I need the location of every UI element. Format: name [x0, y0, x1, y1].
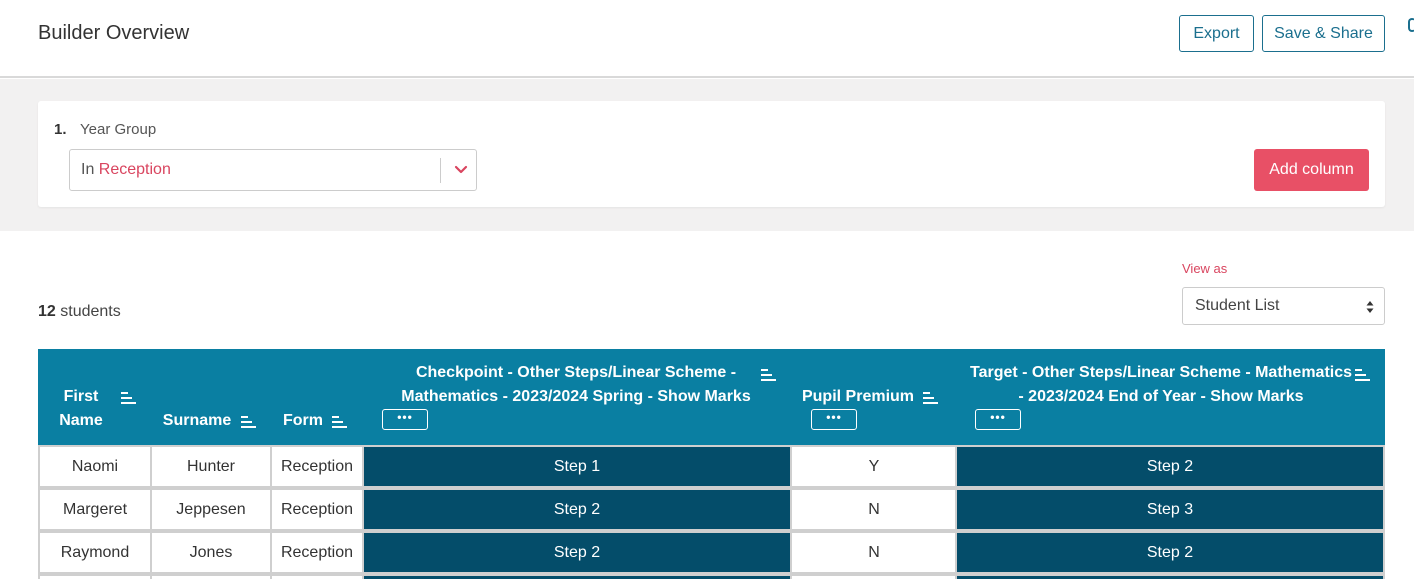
table-row: Naomi Hunter Reception Step 1 Y Step 2: [38, 445, 1385, 488]
sort-icon[interactable]: [121, 392, 136, 404]
table-row-partial: [38, 574, 1385, 579]
header-first-name-line2: Name: [59, 412, 103, 429]
cell-checkpoint[interactable]: Step 2: [362, 488, 792, 531]
view-as-selected: Student List: [1195, 297, 1280, 314]
cell-checkpoint[interactable]: Step 1: [362, 445, 792, 488]
header-target[interactable]: Target - Other Steps/Linear Scheme - Mat…: [960, 361, 1362, 409]
column-options-button[interactable]: •••: [811, 409, 857, 430]
header-checkpoint-line2: Mathematics - 2023/2024 Spring - Show Ma…: [401, 388, 751, 405]
cell-partial: [362, 574, 792, 579]
chevron-down-icon[interactable]: [452, 161, 470, 179]
cell-target[interactable]: Step 2: [955, 445, 1385, 488]
cell-form: Reception: [270, 531, 364, 574]
view-as-label: View as: [1182, 261, 1228, 276]
cell-partial: [270, 574, 364, 579]
header-target-line2: - 2023/2024 End of Year - Show Marks: [1018, 388, 1304, 405]
student-count: 12 students: [38, 303, 121, 321]
column-options-button[interactable]: •••: [382, 409, 428, 430]
cell-pupil-premium: N: [790, 488, 958, 531]
add-column-button[interactable]: Add column: [1254, 149, 1369, 191]
year-group-select-text: In Reception: [81, 161, 171, 179]
cell-first-name: Raymond: [38, 531, 152, 574]
cell-surname: Jeppesen: [150, 488, 272, 531]
cell-first-name: Margeret: [38, 488, 152, 531]
table-header: First Name Surname Form Checkpoint - Oth…: [38, 349, 1385, 445]
cell-form: Reception: [270, 445, 364, 488]
save-share-button[interactable]: Save & Share: [1262, 15, 1385, 52]
year-group-select[interactable]: In Reception: [69, 149, 477, 191]
sort-arrows-icon: [1366, 301, 1374, 313]
sort-icon[interactable]: [1355, 369, 1370, 381]
header-pupil-premium[interactable]: Pupil Premium: [798, 385, 918, 409]
cell-pupil-premium: N: [790, 531, 958, 574]
cell-partial: [955, 574, 1385, 579]
sort-icon[interactable]: [332, 416, 347, 428]
top-bar: Builder Overview Export Save & Share: [0, 0, 1414, 78]
cell-partial: [790, 574, 958, 579]
header-checkpoint[interactable]: Checkpoint - Other Steps/Linear Scheme -…: [364, 361, 788, 409]
student-count-suffix: students: [60, 303, 121, 320]
header-checkpoint-line1: Checkpoint - Other Steps/Linear Scheme -: [415, 364, 737, 381]
header-target-line1: Target - Other Steps/Linear Scheme - Mat…: [969, 364, 1353, 381]
sort-icon[interactable]: [761, 369, 776, 381]
filter-card: 1. Year Group In Reception Add column: [38, 101, 1385, 207]
cell-target[interactable]: Step 3: [955, 488, 1385, 531]
view-as-select[interactable]: Student List: [1182, 287, 1385, 325]
cell-surname: Hunter: [150, 445, 272, 488]
cell-surname: Jones: [150, 531, 272, 574]
help-icon[interactable]: [1408, 18, 1414, 32]
filter-label: Year Group: [80, 121, 157, 138]
header-surname[interactable]: Surname: [162, 409, 232, 433]
header-first-name-line1: First: [63, 388, 99, 405]
cell-partial: [38, 574, 152, 579]
cell-first-name: Naomi: [38, 445, 152, 488]
column-options-button[interactable]: •••: [975, 409, 1021, 430]
select-prefix: In: [81, 161, 95, 178]
header-form[interactable]: Form: [282, 409, 324, 433]
cell-checkpoint[interactable]: Step 2: [362, 531, 792, 574]
select-separator: [440, 158, 441, 183]
cell-form: Reception: [270, 488, 364, 531]
cell-target[interactable]: Step 2: [955, 531, 1385, 574]
table-row: Margeret Jeppesen Reception Step 2 N Ste…: [38, 488, 1385, 531]
filter-section: 1. Year Group In Reception Add column: [0, 79, 1414, 231]
sort-icon[interactable]: [923, 392, 938, 404]
cell-pupil-premium: Y: [790, 445, 958, 488]
export-button[interactable]: Export: [1179, 15, 1254, 52]
page-title: Builder Overview: [38, 22, 190, 44]
table-row: Raymond Jones Reception Step 2 N Step 2: [38, 531, 1385, 574]
cell-partial: [150, 574, 272, 579]
select-value: Reception: [98, 161, 171, 178]
student-count-number: 12: [38, 303, 56, 320]
sort-icon[interactable]: [241, 416, 256, 428]
header-first-name[interactable]: First Name: [58, 385, 104, 433]
filter-number: 1.: [54, 121, 67, 138]
